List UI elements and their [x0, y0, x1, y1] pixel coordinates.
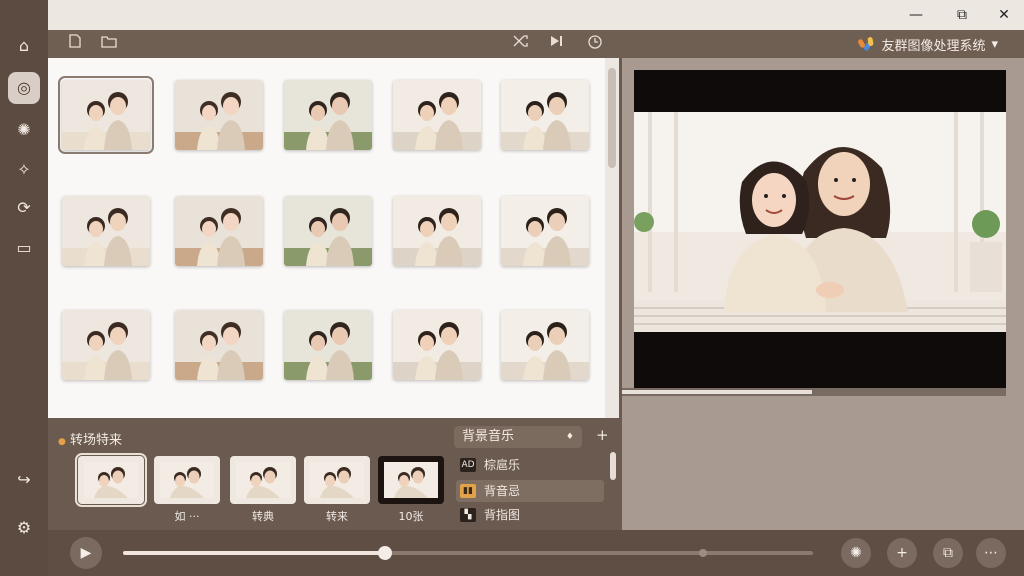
- share-icon[interactable]: ↪: [8, 464, 40, 496]
- shuffle-icon[interactable]: [510, 34, 532, 54]
- tools-icon[interactable]: ⟳: [8, 192, 40, 224]
- dropdown-icon: ♦: [565, 432, 574, 442]
- gallery-scrollbar[interactable]: [605, 58, 619, 418]
- home-icon[interactable]: ⌂: [8, 30, 40, 62]
- music-title: 背景音乐: [462, 429, 515, 444]
- transition-label: 转来: [326, 510, 348, 523]
- transition-item[interactable]: 转典: [230, 456, 296, 524]
- transition-item[interactable]: [75, 453, 147, 508]
- title-bar-left-strip: [0, 0, 48, 30]
- preview-frame: [634, 70, 1006, 388]
- transitions-panel: ● 转场特来 如 ··· 转典 转来 10张: [48, 418, 448, 530]
- transition-thumbnail: [378, 456, 444, 504]
- gallery-thumbnail[interactable]: [284, 80, 372, 150]
- transition-label: 10张: [398, 510, 424, 523]
- play-button[interactable]: ▶: [70, 537, 102, 569]
- preview-scrubber[interactable]: [622, 388, 1006, 396]
- timeline-slider[interactable]: [123, 546, 813, 560]
- gallery-thumbnail[interactable]: [62, 310, 150, 380]
- gallery-thumbnail[interactable]: [175, 196, 263, 266]
- app-window: — ⧉ ✕ 友群图像处理系统 ▾ ⌂ ◎ ✺ ✧ ⟳ ▭ ↪ ⚙ ● 转场特来 …: [0, 0, 1024, 576]
- preview-panel: [622, 58, 1024, 530]
- music-item[interactable]: ▮▮ 背音忌: [456, 480, 604, 502]
- gallery-thumbnail[interactable]: [58, 76, 154, 154]
- music-item-label: 背指图: [484, 508, 521, 522]
- display-icon[interactable]: ▭: [8, 232, 40, 264]
- transition-thumbnail: [75, 453, 147, 507]
- photo-gallery: [48, 58, 605, 418]
- music-track-icon: AD: [460, 458, 476, 472]
- toolbar: 友群图像处理系统 ▾: [48, 30, 1024, 58]
- add-button[interactable]: +: [887, 538, 917, 568]
- music-dropdown[interactable]: 背景音乐 ♦: [454, 426, 582, 448]
- preview-scrubber-fill: [622, 390, 812, 394]
- chevron-down-icon[interactable]: ▾: [991, 37, 998, 52]
- music-item-label: 背音忌: [484, 484, 521, 498]
- gallery-thumbnail[interactable]: [501, 196, 589, 266]
- gallery-thumbnail[interactable]: [393, 80, 481, 150]
- gallery-thumbnail[interactable]: [62, 196, 150, 266]
- music-image-icon: ▚: [460, 508, 476, 522]
- transitions-title: 转场特来: [70, 433, 123, 448]
- transition-item[interactable]: 10张: [378, 456, 444, 524]
- magic-icon[interactable]: ✧: [8, 154, 40, 186]
- timeline-marker[interactable]: [698, 549, 707, 557]
- transition-thumbnail: [230, 456, 296, 504]
- effects-icon[interactable]: ✺: [8, 114, 40, 146]
- music-item[interactable]: ▚ 背指图: [456, 504, 604, 526]
- transition-label: 转典: [252, 510, 274, 523]
- music-folder-icon: ▮▮: [460, 484, 476, 498]
- export-button[interactable]: ⧉: [933, 538, 963, 568]
- more-button[interactable]: ⋯: [976, 538, 1006, 568]
- timer-icon[interactable]: [584, 34, 606, 54]
- preview-photo: [634, 112, 1006, 332]
- gallery-thumbnail[interactable]: [175, 80, 263, 150]
- timeline-progress: [123, 551, 386, 555]
- music-item[interactable]: AD 棕扈乐: [456, 454, 604, 476]
- add-music-button[interactable]: +: [596, 426, 609, 444]
- transitions-title-row: ● 转场特来: [58, 429, 122, 448]
- transition-item[interactable]: 如 ···: [154, 456, 220, 524]
- skip-icon[interactable]: [546, 34, 568, 54]
- transition-item[interactable]: 转来: [304, 456, 370, 524]
- app-title[interactable]: 友群图像处理系统 ▾: [857, 35, 998, 54]
- bullet-icon: ●: [58, 437, 66, 447]
- settings-icon[interactable]: ⚙: [8, 512, 40, 544]
- transition-label: 如 ···: [174, 510, 200, 523]
- gallery-scrollbar-thumb[interactable]: [608, 68, 616, 168]
- title-bar: — ⧉ ✕: [0, 0, 1024, 30]
- music-scrollbar[interactable]: [610, 452, 616, 480]
- maximize-button[interactable]: ⧉: [948, 4, 976, 26]
- gallery-thumbnail[interactable]: [393, 196, 481, 266]
- timeline-handle[interactable]: [378, 546, 393, 560]
- transition-thumbnail: [304, 456, 370, 504]
- gallery-thumbnail[interactable]: [393, 310, 481, 380]
- sidebar: ⌂ ◎ ✺ ✧ ⟳ ▭ ↪ ⚙: [0, 30, 48, 576]
- gallery-thumbnail[interactable]: [284, 196, 372, 266]
- gallery-thumbnail[interactable]: [175, 310, 263, 380]
- app-title-text: 友群图像处理系统: [881, 39, 986, 54]
- minimize-button[interactable]: —: [902, 4, 930, 26]
- effects-button[interactable]: ✺: [841, 538, 871, 568]
- folder-icon[interactable]: [98, 34, 120, 54]
- close-button[interactable]: ✕: [990, 4, 1018, 26]
- transport-bar: ▶ ✺ + ⧉ ⋯: [48, 530, 1024, 576]
- gallery-thumbnail[interactable]: [501, 80, 589, 150]
- target-icon[interactable]: ◎: [8, 72, 40, 104]
- app-logo-icon: [857, 36, 875, 53]
- music-panel: 背景音乐 ♦ + AD 棕扈乐 ▮▮ 背音忌 ▚ 背指图: [448, 418, 622, 530]
- music-item-label: 棕扈乐: [484, 458, 521, 472]
- gallery-thumbnail[interactable]: [501, 310, 589, 380]
- transition-thumbnail: [154, 456, 220, 504]
- gallery-thumbnail[interactable]: [284, 310, 372, 380]
- file-icon[interactable]: [64, 34, 86, 54]
